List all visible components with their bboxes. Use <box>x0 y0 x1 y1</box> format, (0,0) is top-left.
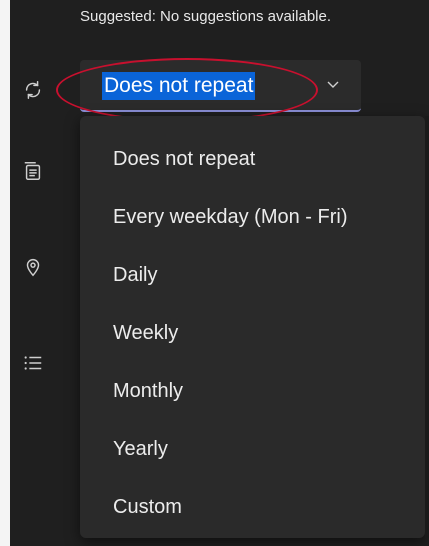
checklist-icon <box>22 352 44 374</box>
repeat-select[interactable]: Does not repeat <box>80 60 361 112</box>
left-gutter <box>0 0 10 546</box>
suggestion-text: Suggested: No suggestions available. <box>80 8 332 25</box>
repeat-dropdown: Does not repeat Every weekday (Mon - Fri… <box>80 116 425 538</box>
option-does-not-repeat[interactable]: Does not repeat <box>113 148 255 171</box>
option-every-weekday[interactable]: Every weekday (Mon - Fri) <box>113 206 348 229</box>
option-monthly[interactable]: Monthly <box>113 380 183 403</box>
chevron-down-icon[interactable] <box>325 76 341 92</box>
repeat-select-value[interactable]: Does not repeat <box>102 72 256 100</box>
option-weekly[interactable]: Weekly <box>113 322 178 345</box>
background-strip <box>425 116 429 538</box>
option-daily[interactable]: Daily <box>113 264 157 287</box>
repeat-icon <box>22 79 44 101</box>
option-custom[interactable]: Custom <box>113 496 182 519</box>
location-icon <box>22 256 44 278</box>
notes-icon <box>22 160 44 182</box>
option-yearly[interactable]: Yearly <box>113 438 168 461</box>
